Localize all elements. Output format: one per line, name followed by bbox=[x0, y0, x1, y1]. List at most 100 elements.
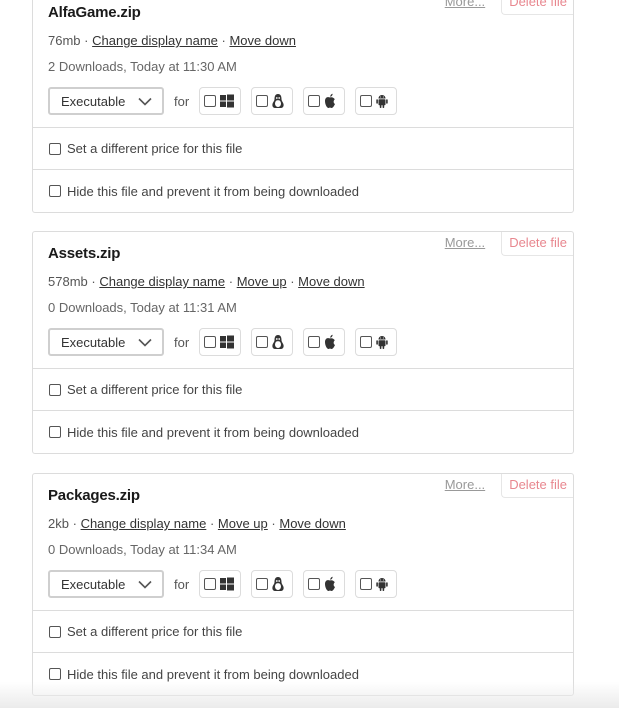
separator: · bbox=[290, 274, 295, 289]
for-label: for bbox=[174, 576, 190, 592]
more-link[interactable]: More... bbox=[445, 0, 485, 9]
file-type-select[interactable]: Executable bbox=[48, 87, 164, 115]
price-option-row: Set a different price for this file bbox=[33, 128, 573, 170]
file-meta: 76mb · Change display name · Move down bbox=[48, 33, 296, 48]
platform-linux-toggle[interactable] bbox=[251, 328, 294, 356]
delete-file-button[interactable]: Delete file bbox=[501, 232, 573, 256]
file-size: 76mb bbox=[48, 33, 81, 48]
platform-checkbox[interactable] bbox=[308, 336, 321, 348]
change-display-name-link[interactable]: Change display name bbox=[99, 274, 225, 289]
hide-option-checkbox[interactable] bbox=[49, 426, 61, 438]
hide-option-label[interactable]: Hide this file and prevent it from being… bbox=[67, 184, 359, 199]
platform-windows-toggle[interactable] bbox=[199, 570, 242, 598]
separator: · bbox=[271, 516, 276, 531]
price-option-label[interactable]: Set a different price for this file bbox=[67, 382, 242, 397]
linux-icon bbox=[272, 577, 284, 591]
separator: · bbox=[209, 516, 215, 531]
apple-icon bbox=[325, 93, 336, 108]
platform-android-toggle[interactable] bbox=[355, 570, 398, 598]
file-card-main: More... Delete file AlfaGame.zip 76mb · … bbox=[33, 0, 573, 128]
card-actions: More... Delete file bbox=[445, 232, 573, 256]
chevron-down-icon bbox=[138, 335, 152, 349]
windows-icon bbox=[220, 577, 235, 591]
hide-option-checkbox[interactable] bbox=[49, 668, 61, 680]
platform-checkbox[interactable] bbox=[360, 95, 373, 107]
apple-icon bbox=[325, 576, 336, 591]
more-link[interactable]: More... bbox=[445, 235, 485, 250]
file-type-value: Executable bbox=[61, 93, 126, 109]
move-down-link[interactable]: Move down bbox=[229, 33, 295, 48]
download-stats: 0 Downloads, Today at 11:31 AM bbox=[48, 300, 237, 315]
price-option-row: Set a different price for this file bbox=[33, 369, 573, 411]
move-down-link[interactable]: Move down bbox=[279, 516, 345, 531]
change-display-name-link[interactable]: Change display name bbox=[81, 516, 207, 531]
platform-checkbox[interactable] bbox=[256, 336, 269, 348]
price-option-label[interactable]: Set a different price for this file bbox=[67, 141, 242, 156]
platform-android-toggle[interactable] bbox=[355, 328, 398, 356]
file-card: More... Delete file Assets.zip 578mb · C… bbox=[32, 231, 574, 454]
hide-option-label[interactable]: Hide this file and prevent it from being… bbox=[67, 667, 359, 682]
file-card-main: More... Delete file Assets.zip 578mb · C… bbox=[33, 232, 573, 369]
hide-option-checkbox[interactable] bbox=[49, 185, 61, 197]
chevron-down-icon bbox=[138, 94, 152, 108]
platform-checkbox[interactable] bbox=[308, 95, 321, 107]
platform-checkbox[interactable] bbox=[204, 336, 217, 348]
file-type-select[interactable]: Executable bbox=[48, 570, 164, 598]
file-meta: 578mb · Change display name · Move up · … bbox=[48, 274, 365, 289]
android-icon bbox=[376, 336, 388, 349]
delete-file-button[interactable]: Delete file bbox=[501, 474, 573, 498]
windows-icon bbox=[220, 94, 235, 108]
linux-icon bbox=[272, 335, 284, 349]
upload-files-page: More... Delete file AlfaGame.zip 76mb · … bbox=[0, 0, 619, 708]
platform-linux-toggle[interactable] bbox=[251, 570, 294, 598]
file-controls: Executable for bbox=[48, 328, 407, 356]
move-up-link[interactable]: Move up bbox=[218, 516, 268, 531]
for-label: for bbox=[174, 93, 190, 109]
download-stats: 2 Downloads, Today at 11:30 AM bbox=[48, 59, 237, 74]
platform-android-toggle[interactable] bbox=[355, 87, 398, 115]
platform-checkbox[interactable] bbox=[360, 336, 373, 348]
platform-apple-toggle[interactable] bbox=[303, 87, 346, 115]
hide-option-row: Hide this file and prevent it from being… bbox=[33, 653, 573, 695]
platform-windows-toggle[interactable] bbox=[199, 87, 242, 115]
change-display-name-link[interactable]: Change display name bbox=[92, 33, 218, 48]
separator: · bbox=[228, 274, 234, 289]
move-down-link[interactable]: Move down bbox=[298, 274, 364, 289]
file-name: AlfaGame.zip bbox=[48, 4, 141, 21]
file-controls: Executable for bbox=[48, 570, 407, 598]
file-controls: Executable for bbox=[48, 87, 407, 115]
for-label: for bbox=[174, 334, 190, 350]
hide-option-row: Hide this file and prevent it from being… bbox=[33, 170, 573, 212]
platform-windows-toggle[interactable] bbox=[199, 328, 242, 356]
card-actions: More... Delete file bbox=[445, 474, 573, 498]
delete-file-button[interactable]: Delete file bbox=[501, 0, 573, 15]
separator: · bbox=[221, 33, 226, 48]
platform-checkbox[interactable] bbox=[308, 578, 321, 590]
price-option-checkbox[interactable] bbox=[49, 142, 61, 155]
android-icon bbox=[376, 95, 388, 108]
platform-checkbox[interactable] bbox=[360, 578, 373, 590]
file-card: More... Delete file Packages.zip 2kb · C… bbox=[32, 473, 574, 696]
move-up-link[interactable]: Move up bbox=[237, 274, 287, 289]
card-actions: More... Delete file bbox=[445, 0, 573, 15]
file-name: Packages.zip bbox=[48, 487, 140, 504]
download-stats: 0 Downloads, Today at 11:34 AM bbox=[48, 542, 237, 557]
file-name: Assets.zip bbox=[48, 245, 121, 262]
file-type-select[interactable]: Executable bbox=[48, 328, 164, 356]
platform-checkbox[interactable] bbox=[204, 578, 217, 590]
price-option-label[interactable]: Set a different price for this file bbox=[67, 624, 242, 639]
price-option-checkbox[interactable] bbox=[49, 383, 61, 396]
platform-apple-toggle[interactable] bbox=[303, 570, 346, 598]
platform-checkbox[interactable] bbox=[204, 95, 217, 107]
separator: · bbox=[72, 516, 77, 531]
platform-apple-toggle[interactable] bbox=[303, 328, 346, 356]
price-option-checkbox[interactable] bbox=[49, 625, 61, 638]
platform-linux-toggle[interactable] bbox=[251, 87, 294, 115]
platform-checkbox[interactable] bbox=[256, 95, 269, 107]
more-link[interactable]: More... bbox=[445, 477, 485, 492]
platform-checkbox[interactable] bbox=[256, 578, 269, 590]
file-type-value: Executable bbox=[61, 334, 126, 350]
hide-option-label[interactable]: Hide this file and prevent it from being… bbox=[67, 425, 359, 440]
file-card: More... Delete file AlfaGame.zip 76mb · … bbox=[32, 0, 574, 213]
file-card-main: More... Delete file Packages.zip 2kb · C… bbox=[33, 474, 573, 611]
